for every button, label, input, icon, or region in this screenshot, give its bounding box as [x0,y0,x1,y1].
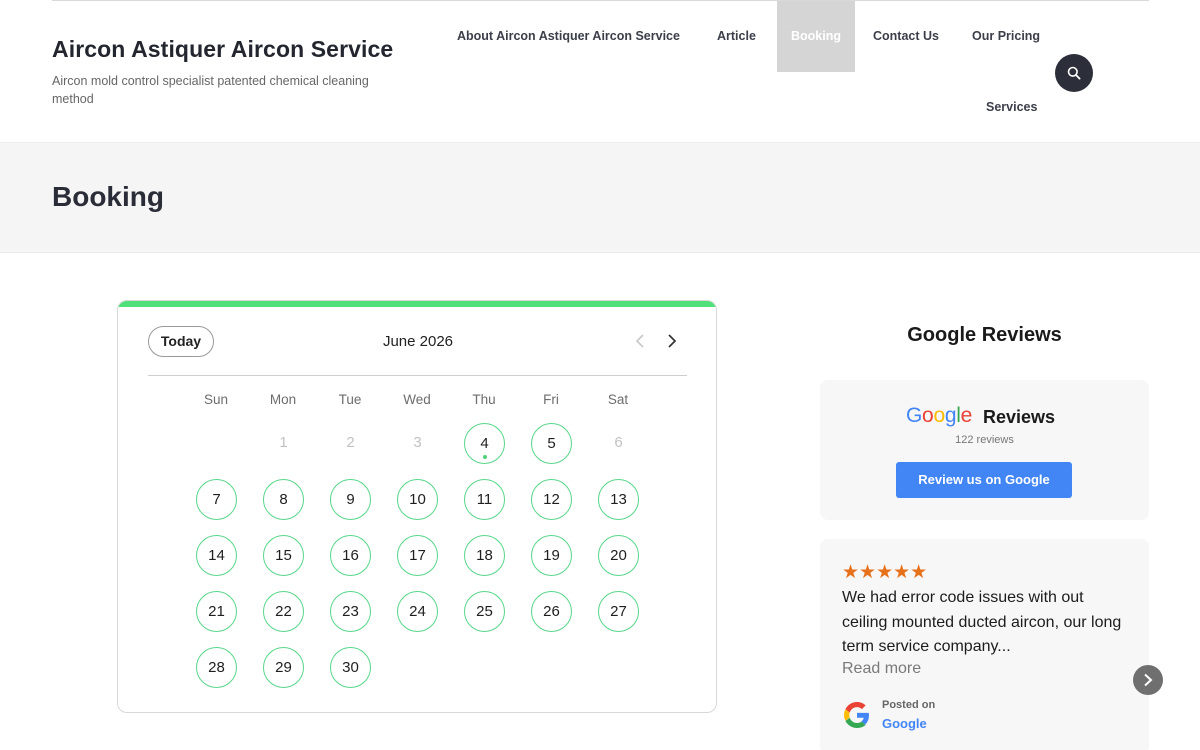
calendar-day-unavailable: 1 [279,434,288,451]
calendar-day-today[interactable]: 4 [464,423,505,464]
calendar-day[interactable]: 22 [263,591,304,632]
nav-item-about[interactable]: About Aircon Astiquer Aircon Service [457,29,680,43]
header-top-rule [52,0,1149,1]
weekday-label: Sat [607,392,629,407]
read-more-link[interactable]: Read more [842,660,921,678]
today-dot [483,455,487,459]
reviews-heading: Google Reviews [907,324,1062,346]
calendar-accent-bar [118,301,716,307]
calendar-day[interactable]: 10 [397,479,438,520]
calendar-day[interactable]: 20 [598,535,639,576]
nav-item-booking-label: Booking [791,29,841,43]
calendar-day[interactable]: 29 [263,647,304,688]
review-card: ★★★★★ We had error code issues with out … [820,539,1149,750]
booking-calendar: Today June 2026 Sun Mon Tue Wed Thu Fri … [117,300,717,713]
google-g-icon [844,702,869,728]
site-title[interactable]: Aircon Astiquer Aircon Service [52,36,393,63]
calendar-day-number: 4 [480,435,489,452]
calendar-day[interactable]: 8 [263,479,304,520]
nav-item-article[interactable]: Article [717,29,756,43]
weekday-label: Sun [203,392,229,407]
calendar-day[interactable]: 5 [531,423,572,464]
reviews-label: Reviews [983,407,1056,427]
chevron-left-icon [635,334,644,348]
weekday-label: Wed [403,392,431,407]
today-button[interactable]: Today [148,326,214,357]
calendar-day-unavailable: 3 [413,434,422,451]
calendar-day[interactable]: 9 [330,479,371,520]
calendar-day[interactable]: 12 [531,479,572,520]
calendar-day[interactable]: 15 [263,535,304,576]
calendar-day[interactable]: 19 [531,535,572,576]
review-text: We had error code issues with out ceilin… [842,589,1122,655]
calendar-day[interactable]: 14 [196,535,237,576]
chevron-right-icon [1144,673,1153,687]
nav-item-booking[interactable]: Booking [777,1,855,72]
calendar-day[interactable]: 30 [330,647,371,688]
weekday-label: Fri [543,392,559,407]
calendar-day[interactable]: 23 [330,591,371,632]
calendar-day[interactable]: 13 [598,479,639,520]
calendar-day[interactable]: 18 [464,535,505,576]
calendar-day[interactable]: 11 [464,479,505,520]
calendar-day[interactable]: 24 [397,591,438,632]
nav-item-contact[interactable]: Contact Us [873,29,939,43]
search-icon [1067,66,1081,80]
star-rating: ★★★★★ [842,562,928,583]
weekday-label: Thu [472,392,496,407]
month-label: June 2026 [382,333,454,350]
site-tagline: Aircon mold control specialist patented … [52,74,369,106]
review-count: 122 reviews [955,434,1014,446]
calendar-day[interactable]: 7 [196,479,237,520]
calendar-day[interactable]: 25 [464,591,505,632]
nav-item-services[interactable]: Services [986,100,1037,114]
next-month-button[interactable] [662,331,682,351]
review-us-button[interactable]: Review us on Google [896,462,1072,498]
carousel-next-button[interactable] [1133,665,1163,695]
calendar-day[interactable]: 17 [397,535,438,576]
page-title-band: Booking [0,142,1200,253]
previous-month-button[interactable] [630,331,650,351]
calendar-day-unavailable: 2 [346,434,355,451]
weekday-label: Tue [338,392,362,407]
chevron-right-icon [668,334,677,348]
google-logo: Google [906,404,972,427]
search-button[interactable] [1055,54,1093,92]
calendar-day[interactable]: 27 [598,591,639,632]
calendar-day[interactable]: 26 [531,591,572,632]
posted-on-label: Posted on [882,699,936,711]
posted-source-link[interactable]: Google [882,716,927,731]
calendar-day-unavailable: 6 [614,434,623,451]
calendar-day[interactable]: 28 [196,647,237,688]
calendar-day[interactable]: 21 [196,591,237,632]
calendar-divider [148,375,687,376]
page-title: Booking [52,181,164,212]
review-summary-card: Google Reviews 122 reviews Review us on … [820,380,1149,520]
weekday-label: Mon [269,392,297,407]
calendar-day[interactable]: 16 [330,535,371,576]
nav-item-pricing[interactable]: Our Pricing [972,29,1040,43]
